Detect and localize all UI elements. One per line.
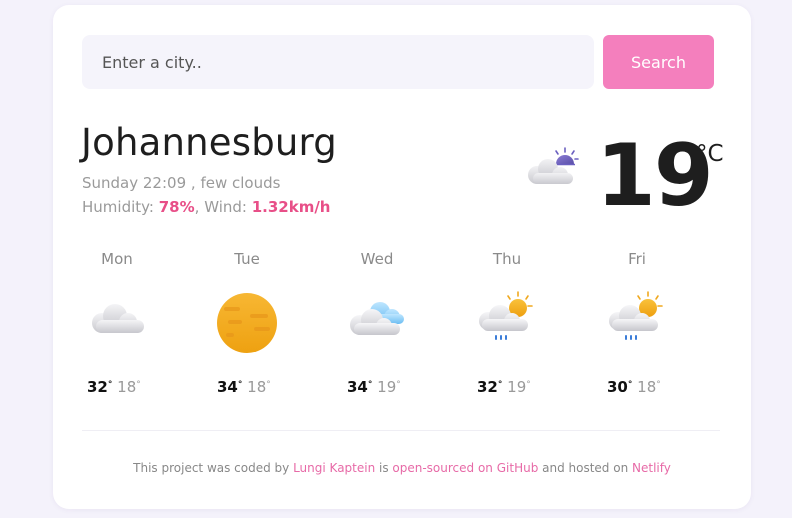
humidity-value: 78% — [158, 198, 195, 216]
city-name: Johannesburg — [81, 121, 337, 164]
wind-value: 1.32km/h — [251, 198, 331, 216]
forecast-min: 19 — [507, 378, 527, 396]
degree-symbol: ° — [136, 380, 141, 390]
footer: This project was coded by Lungi Kaptein … — [53, 461, 751, 475]
forecast-temps: 34° 19° — [337, 378, 417, 396]
forecast-temps: 32° 19° — [467, 378, 547, 396]
partly-cloudy-icon — [350, 302, 404, 335]
sun-rain-icon — [479, 291, 533, 340]
forecast-temps: 32° 18° — [77, 378, 157, 396]
forecast-day-name: Fri — [628, 250, 646, 268]
night-few-clouds-icon — [528, 147, 579, 184]
author-link[interactable]: Lungi Kaptein — [293, 461, 375, 475]
city-search-input[interactable] — [82, 35, 594, 89]
sun-haze-icon — [217, 293, 277, 353]
forecast-day: Mon 32° 18° — [77, 250, 157, 396]
current-details: Sunday 22:09 , few clouds Humidity: 78%,… — [82, 171, 331, 219]
forecast-day: Fri 30° 18° — [597, 250, 677, 396]
degree-symbol: ° — [497, 380, 503, 390]
divider — [82, 430, 720, 431]
forecast-day-name: Mon — [101, 250, 133, 268]
forecast-max: 32 — [87, 378, 108, 396]
sun-rain-icon — [609, 291, 663, 340]
github-link[interactable]: open-sourced on GitHub — [392, 461, 538, 475]
forecast-min: 18 — [637, 378, 657, 396]
host-link[interactable]: Netlify — [632, 461, 671, 475]
current-temperature: 19 — [596, 126, 714, 226]
degree-symbol: ° — [656, 380, 661, 390]
degree-symbol: ° — [107, 380, 113, 390]
temperature-unit[interactable]: °C — [696, 141, 724, 167]
date-description: Sunday 22:09 , few clouds — [82, 171, 331, 195]
footer-text: This project was coded by — [133, 461, 294, 475]
forecast-min: 19 — [377, 378, 397, 396]
weather-card: Search Johannesburg Sunday 22:09 , few c… — [53, 5, 751, 509]
forecast-day-name: Wed — [360, 250, 394, 268]
weather-description: , few clouds — [190, 174, 281, 192]
degree-symbol: ° — [396, 380, 401, 390]
forecast-day: Tue 34° 18° — [207, 250, 287, 396]
forecast-max: 32 — [477, 378, 498, 396]
forecast-max: 34 — [217, 378, 238, 396]
forecast-min: 18 — [117, 378, 137, 396]
forecast-max: 30 — [607, 378, 628, 396]
footer-text: and hosted on — [538, 461, 632, 475]
degree-symbol: ° — [266, 380, 271, 390]
degree-symbol: ° — [367, 380, 373, 390]
current-datetime: Sunday 22:09 — [82, 174, 187, 192]
forecast-temps: 34° 18° — [207, 378, 287, 396]
forecast-day-name: Tue — [234, 250, 260, 268]
humidity-wind: Humidity: 78%, Wind: 1.32km/h — [82, 195, 331, 219]
degree-symbol: ° — [237, 380, 243, 390]
cloudy-icon — [92, 304, 144, 333]
wind-label: , Wind: — [194, 198, 252, 216]
search-button[interactable]: Search — [603, 35, 714, 89]
degree-symbol: ° — [526, 380, 531, 390]
forecast-temps: 30° 18° — [597, 378, 677, 396]
forecast-min: 18 — [247, 378, 267, 396]
humidity-label: Humidity: — [82, 198, 159, 216]
forecast-day: Thu 32° 19° — [467, 250, 547, 396]
forecast-day-name: Thu — [492, 250, 522, 268]
forecast-day: Wed 34° 19° — [337, 250, 417, 396]
degree-symbol: ° — [627, 380, 633, 390]
forecast-max: 34 — [347, 378, 368, 396]
footer-text: is — [375, 461, 393, 475]
